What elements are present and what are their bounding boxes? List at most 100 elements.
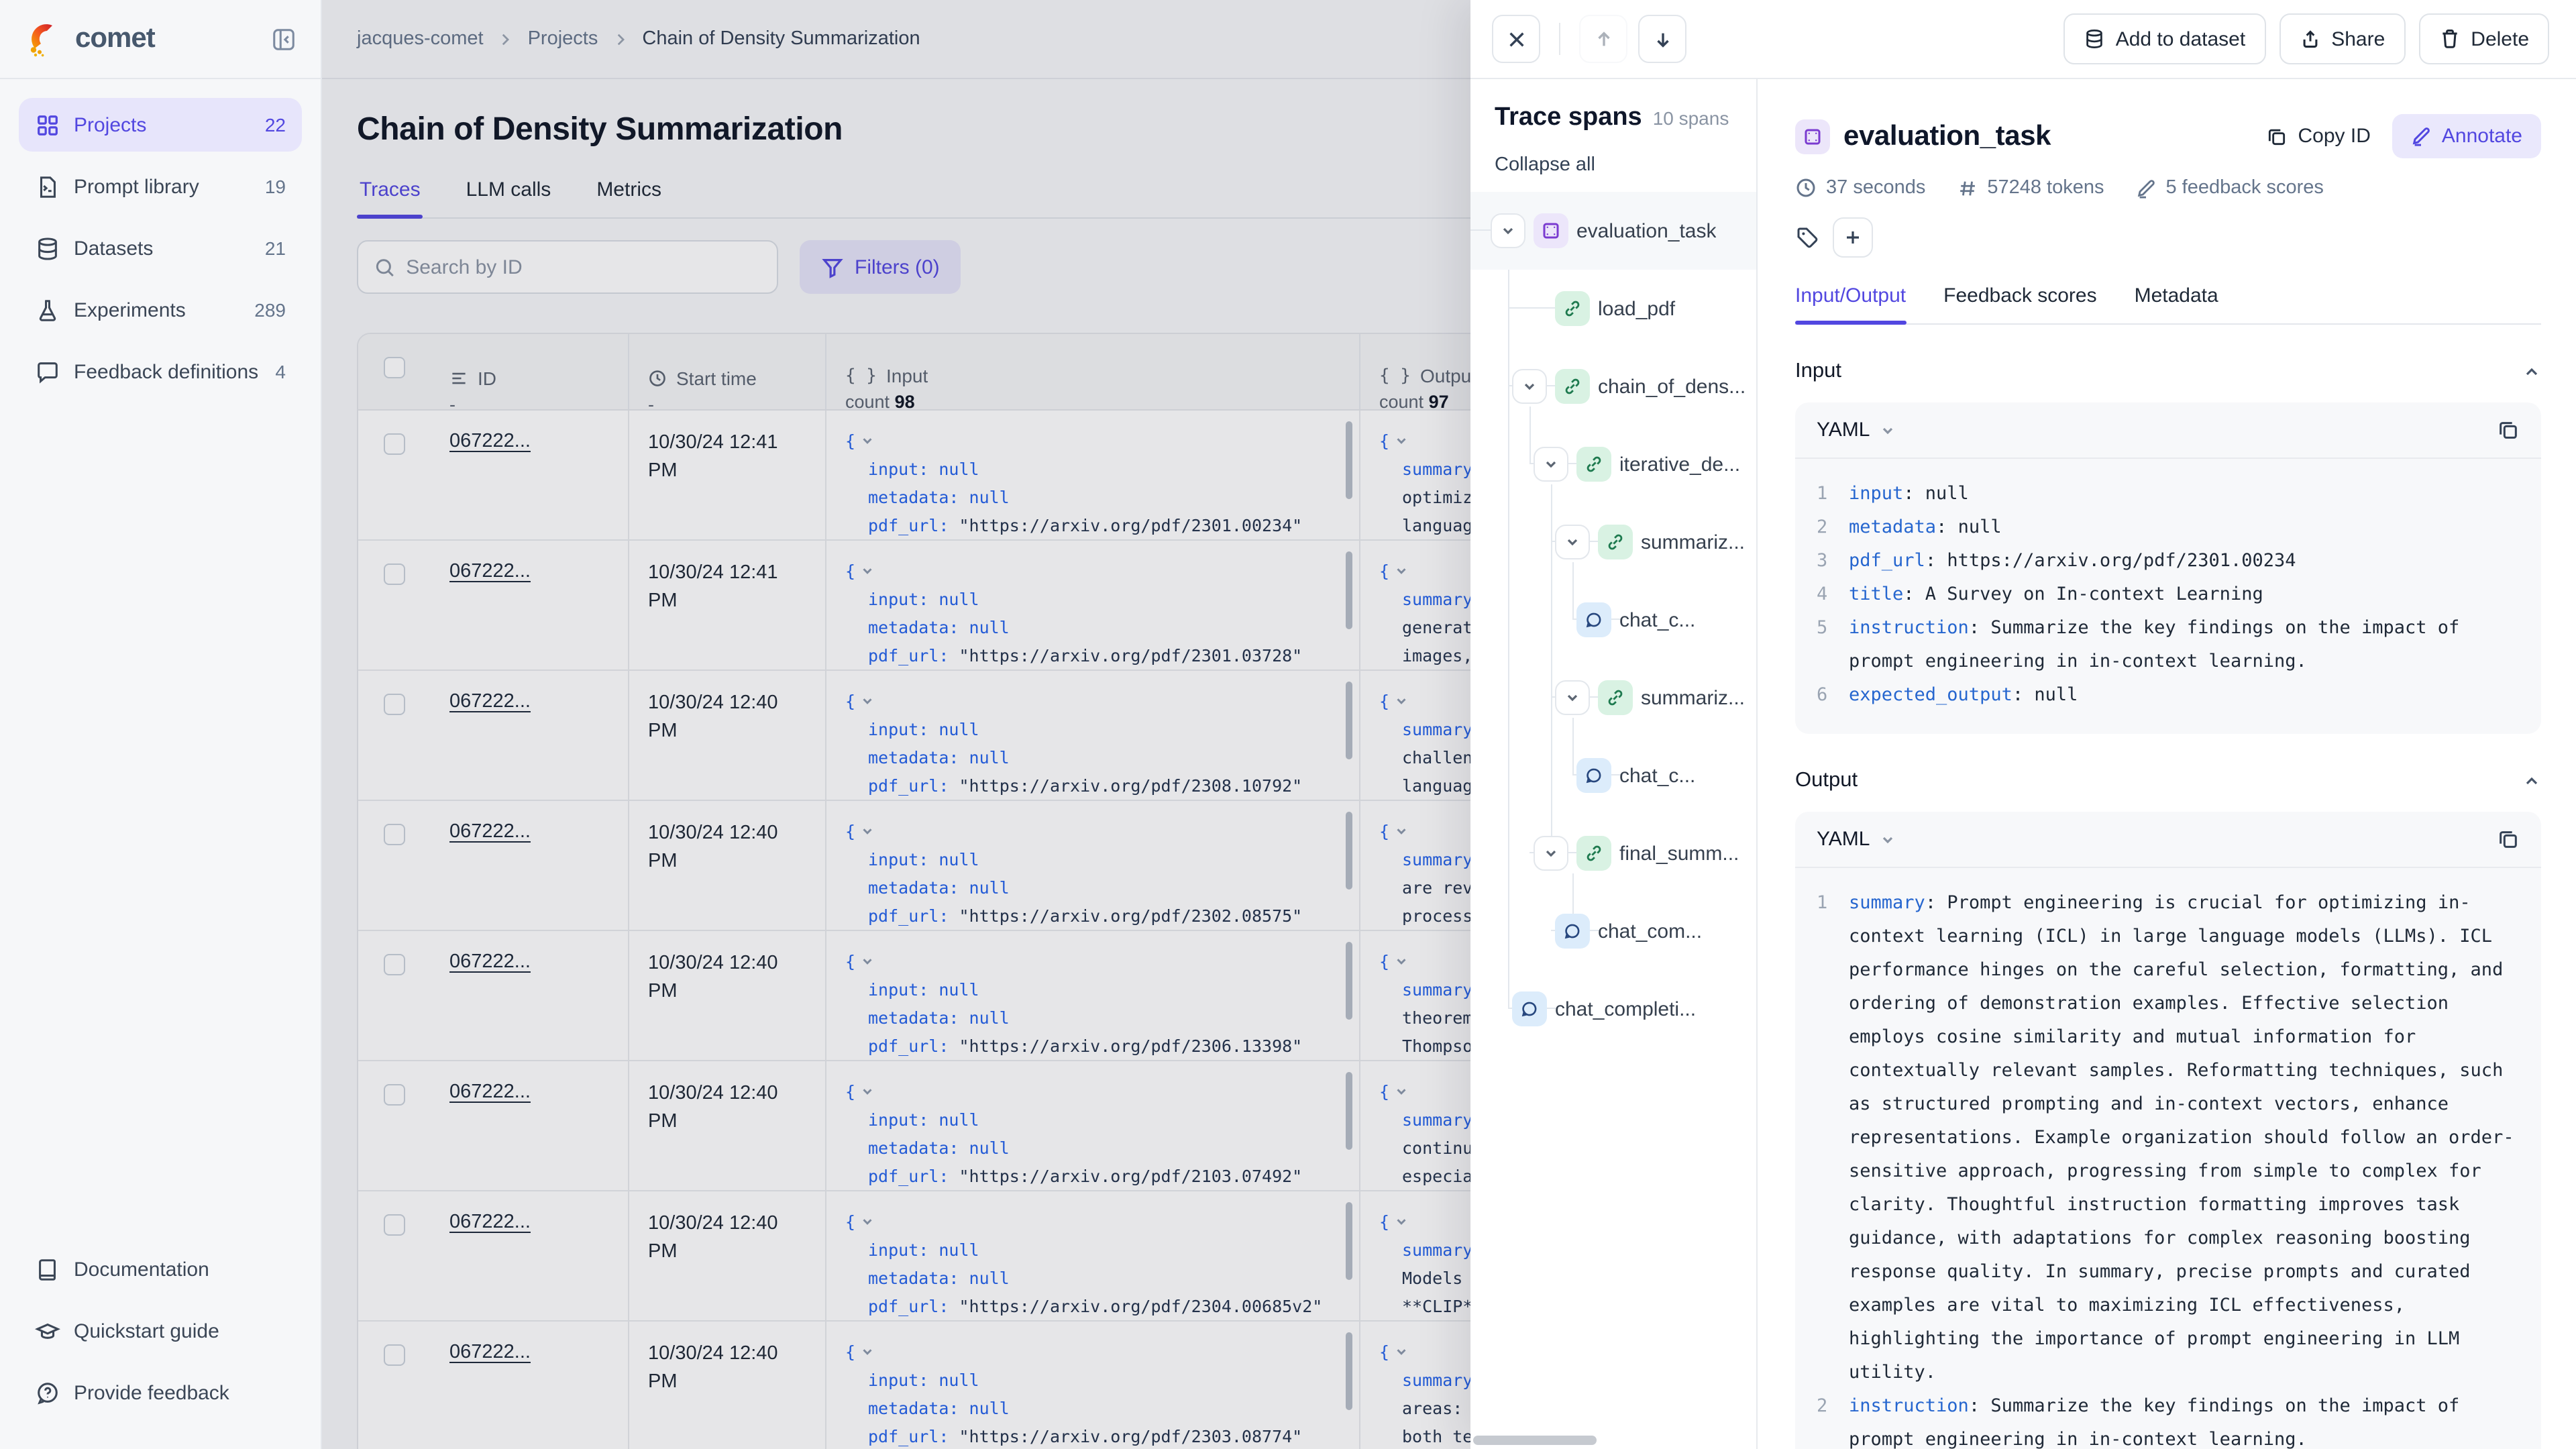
add-tag-button[interactable] — [1833, 217, 1873, 258]
sidebar-item-count: 289 — [254, 299, 286, 321]
llm-span-icon — [1576, 602, 1611, 637]
task-span-icon — [1795, 119, 1830, 154]
sidebar-item-label: Feedback definitions — [74, 360, 258, 383]
input-yaml-code[interactable]: 1input: null 2metadata: null 3pdf_url: h… — [1795, 459, 2541, 734]
tab-metadata[interactable]: Metadata — [2135, 284, 2218, 323]
graduation-cap-icon — [35, 1318, 60, 1344]
logo-text: comet — [75, 23, 155, 55]
sidebar-item-label: Documentation — [74, 1258, 209, 1281]
tokens-stat: 57248 tokens — [1957, 177, 2104, 199]
sidebar: comet Projects 22 Prompt library 19 — [0, 0, 322, 1449]
sidebar-item-count: 21 — [265, 237, 286, 259]
chevron-down-icon[interactable] — [1491, 213, 1525, 248]
sidebar-footer: Documentation Quickstart guide Provide f… — [0, 1242, 321, 1449]
duration-stat: 37 seconds — [1795, 177, 1925, 199]
tree-node-chat-completion-2[interactable]: chat_c... — [1470, 737, 1756, 814]
plus-icon — [1843, 228, 1862, 247]
panel-header: Add to dataset Share Delete — [1470, 0, 2576, 79]
sidebar-item-label: Datasets — [74, 237, 153, 260]
copy-icon — [2266, 125, 2288, 147]
spans-count: 10 spans — [1653, 107, 1729, 129]
share-icon — [2299, 28, 2320, 50]
tree-node-chat-completion-3[interactable]: chat_com... — [1470, 892, 1756, 970]
copy-icon[interactable] — [2497, 828, 2520, 851]
comment-icon — [35, 359, 60, 384]
add-to-dataset-button[interactable]: Add to dataset — [2063, 13, 2266, 64]
tab-input-output[interactable]: Input/Output — [1795, 284, 1906, 323]
input-section-title: Input — [1795, 360, 1841, 384]
sidebar-item-provide-feedback[interactable]: Provide feedback — [19, 1366, 302, 1419]
format-select[interactable]: YAML — [1817, 828, 1895, 851]
tree-node-chain-of-density[interactable]: chain_of_dens... — [1470, 347, 1756, 425]
trace-detail-panel: Add to dataset Share Delete Trace spans … — [1470, 0, 2576, 1449]
tree-node-final-summary[interactable]: final_summ... — [1470, 814, 1756, 892]
sidebar-item-label: Projects — [74, 113, 146, 136]
tree-node-summarize-2[interactable]: summariz... — [1470, 659, 1756, 737]
sidebar-item-documentation[interactable]: Documentation — [19, 1242, 302, 1296]
database-icon — [35, 235, 60, 261]
feedback-scores-stat: 5 feedback scores — [2137, 177, 2324, 199]
next-trace-arrow-down-icon[interactable] — [1638, 15, 1686, 63]
grid-icon — [35, 112, 60, 138]
chevron-down-icon — [1879, 831, 1895, 847]
chevron-up-icon[interactable] — [2522, 771, 2541, 790]
output-yaml-code[interactable]: 1summary: Prompt engineering is crucial … — [1795, 868, 2541, 1449]
pen-icon — [2137, 178, 2157, 198]
collapse-all-link[interactable]: Collapse all — [1470, 133, 1756, 192]
tool-span-icon — [1555, 369, 1590, 404]
sidebar-item-experiments[interactable]: Experiments 289 — [19, 283, 302, 337]
tree-node-evaluation-task[interactable]: evaluation_task — [1470, 192, 1756, 270]
clock-icon — [1795, 177, 1817, 199]
close-icon[interactable] — [1492, 15, 1540, 63]
sidebar-item-feedback-definitions[interactable]: Feedback definitions 4 — [19, 345, 302, 398]
chevron-down-icon[interactable] — [1555, 525, 1590, 559]
copy-id-button[interactable]: Copy ID — [2253, 114, 2384, 158]
tab-feedback-scores[interactable]: Feedback scores — [1943, 284, 2096, 323]
prompt-file-icon — [35, 174, 60, 199]
chevron-down-icon[interactable] — [1555, 680, 1590, 715]
horizontal-scrollbar[interactable] — [1473, 1436, 1597, 1445]
chevron-up-icon[interactable] — [2522, 362, 2541, 381]
format-select[interactable]: YAML — [1817, 419, 1895, 441]
tree-node-chat-completion-1[interactable]: chat_c... — [1470, 581, 1756, 659]
tree-node-load-pdf[interactable]: load_pdf — [1470, 270, 1756, 347]
prev-trace-arrow-up-icon[interactable] — [1579, 15, 1627, 63]
sidebar-item-label: Provide feedback — [74, 1381, 229, 1404]
tree-node-summarize-1[interactable]: summariz... — [1470, 503, 1756, 581]
sidebar-item-datasets[interactable]: Datasets 21 — [19, 221, 302, 275]
trace-spans-title: Trace spans — [1495, 103, 1642, 133]
tool-span-icon — [1576, 836, 1611, 871]
tree-node-iterative-density[interactable]: iterative_de... — [1470, 425, 1756, 503]
llm-span-icon — [1576, 758, 1611, 793]
span-stats: 37 seconds 57248 tokens 5 feedback score… — [1795, 177, 2541, 199]
tool-span-icon — [1598, 525, 1633, 559]
sidebar-item-prompt-library[interactable]: Prompt library 19 — [19, 160, 302, 213]
chevron-down-icon[interactable] — [1512, 369, 1547, 404]
chevron-down-icon[interactable] — [1534, 447, 1568, 482]
tag-icon — [1795, 225, 1819, 250]
detail-tabs: Input/Output Feedback scores Metadata — [1795, 284, 2541, 325]
chevron-down-icon[interactable] — [1534, 836, 1568, 871]
sidebar-item-projects[interactable]: Projects 22 — [19, 98, 302, 152]
output-section-title: Output — [1795, 769, 1858, 793]
logo-row: comet — [0, 0, 321, 79]
tree-list: evaluation_task load_pdf chain_of_dens..… — [1470, 192, 1756, 1048]
tool-span-icon — [1576, 447, 1611, 482]
copy-icon[interactable] — [2497, 419, 2520, 441]
comet-logo-icon — [24, 19, 64, 59]
sidebar-item-count: 19 — [265, 176, 286, 197]
trace-spans-tree: Trace spans 10 spans Collapse all evalua… — [1470, 79, 1758, 1449]
pen-icon — [2411, 126, 2431, 146]
flask-icon — [35, 297, 60, 323]
tree-node-chat-completion-4[interactable]: chat_completi... — [1470, 970, 1756, 1048]
delete-button[interactable]: Delete — [2418, 13, 2549, 64]
sidebar-collapse-icon[interactable] — [271, 26, 297, 52]
annotate-button[interactable]: Annotate — [2392, 114, 2541, 158]
sidebar-item-quickstart-guide[interactable]: Quickstart guide — [19, 1304, 302, 1358]
divider — [1559, 23, 1560, 55]
llm-span-icon — [1555, 914, 1590, 949]
span-title: evaluation_task — [1843, 120, 2051, 152]
tool-span-icon — [1598, 680, 1633, 715]
share-button[interactable]: Share — [2279, 13, 2405, 64]
chevron-down-icon — [1879, 422, 1895, 438]
